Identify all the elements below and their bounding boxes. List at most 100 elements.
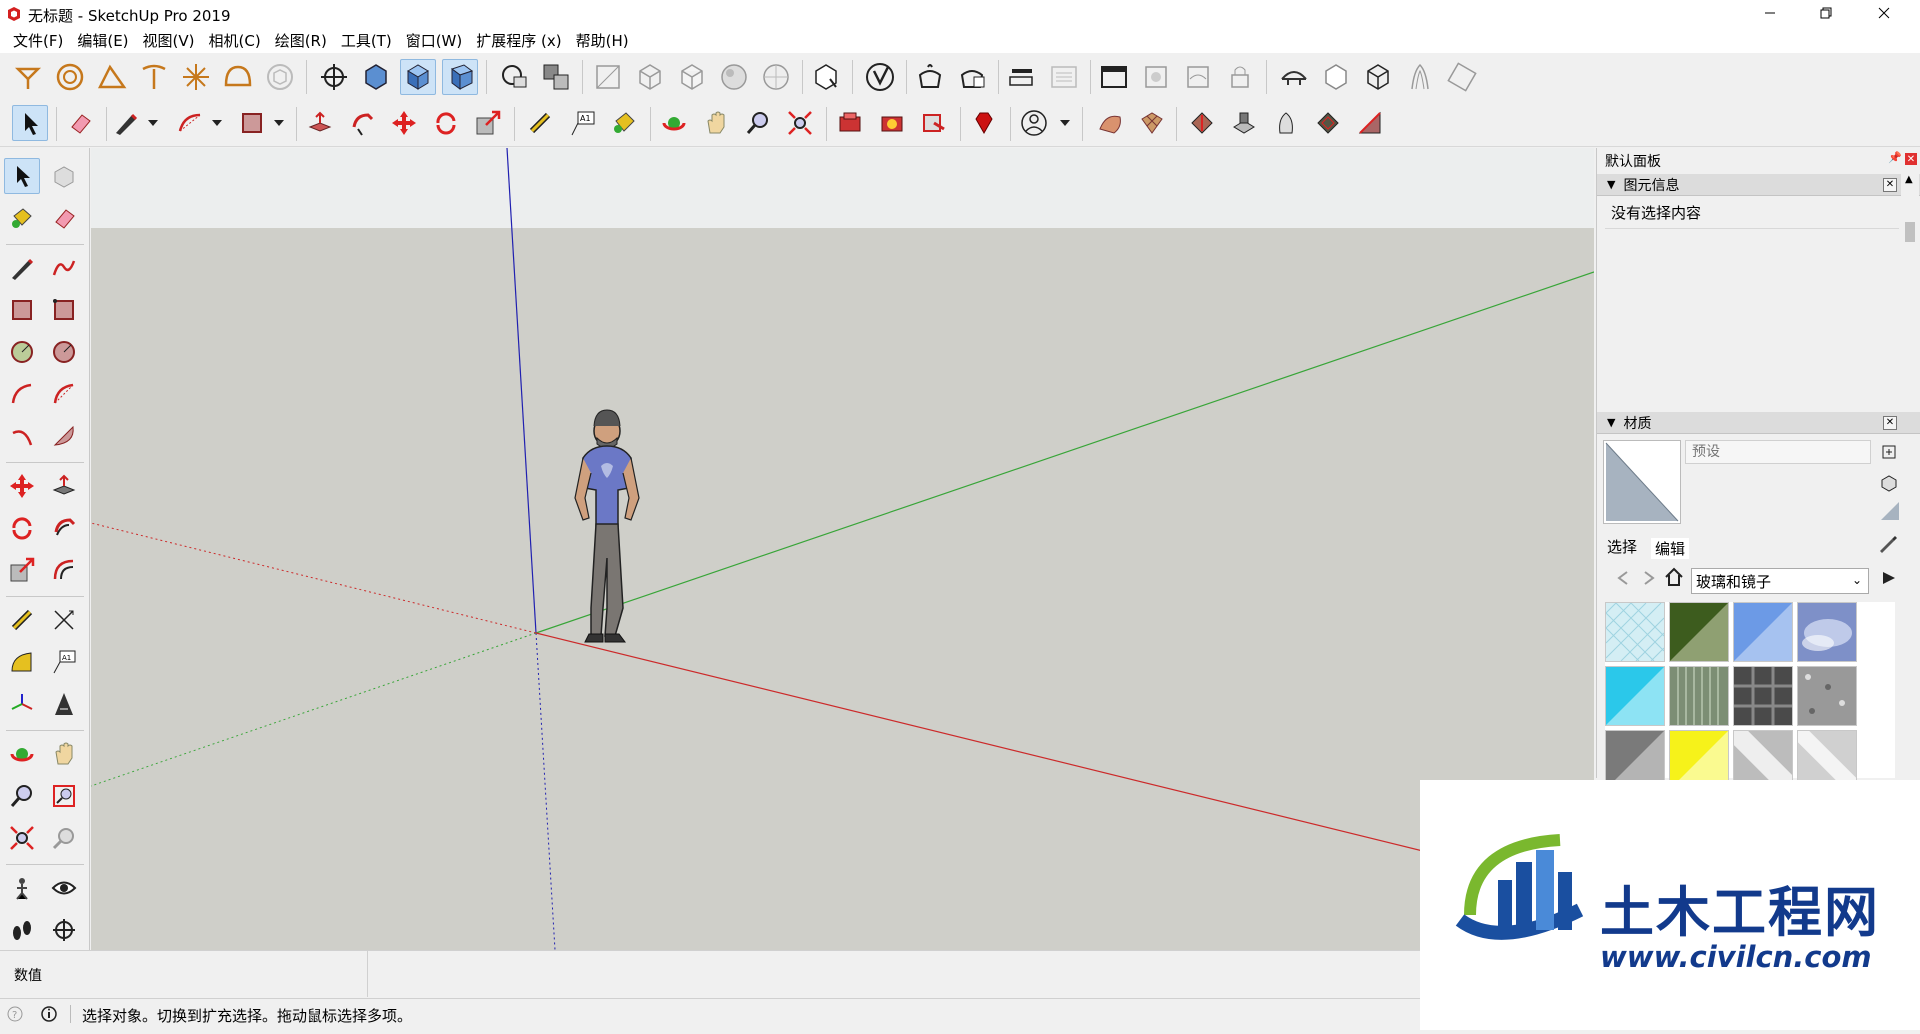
zoom-extents-icon[interactable] — [782, 105, 818, 141]
protractor-icon[interactable] — [4, 644, 40, 680]
axes-icon[interactable] — [4, 686, 40, 722]
menu-help[interactable]: 帮助(H) — [569, 30, 636, 51]
eraser-icon[interactable] — [46, 200, 82, 236]
create-material-icon[interactable] — [1879, 442, 1899, 462]
tab-edit[interactable]: 编辑 — [1651, 538, 1690, 559]
push-pull-icon[interactable] — [302, 105, 338, 141]
terrain-icon[interactable] — [1318, 59, 1354, 95]
extension-icon[interactable] — [954, 59, 990, 95]
entity-info-close-icon[interactable]: ✕ — [1883, 178, 1897, 192]
material-swatch[interactable] — [1797, 666, 1857, 726]
std-view-iso-icon[interactable] — [400, 59, 436, 95]
arc-icon[interactable] — [172, 105, 208, 141]
walk-icon[interactable] — [4, 912, 40, 948]
xray-icon[interactable] — [590, 59, 626, 95]
shaded-icon[interactable] — [716, 59, 752, 95]
iso-box-icon[interactable] — [262, 59, 298, 95]
material-swatch[interactable] — [1605, 602, 1665, 662]
orbit-icon[interactable] — [656, 105, 692, 141]
rectangle-icon[interactable] — [234, 105, 270, 141]
3d-warehouse-icon[interactable] — [832, 105, 868, 141]
std-view-top-icon[interactable] — [358, 59, 394, 95]
back-arrow-icon[interactable] — [1613, 568, 1633, 588]
materials-header[interactable]: ▼ 材质 — [1597, 412, 1920, 434]
drape-tool-icon[interactable] — [1268, 105, 1304, 141]
zoom-window-icon[interactable] — [46, 778, 82, 814]
circle-icon[interactable] — [52, 59, 88, 95]
select-icon[interactable] — [4, 158, 40, 194]
eraser-icon[interactable] — [62, 105, 98, 141]
dome-icon[interactable] — [220, 59, 256, 95]
fog-icon[interactable] — [1180, 59, 1216, 95]
material-name-input[interactable] — [1685, 440, 1871, 464]
sample-material-icon[interactable] — [1879, 472, 1899, 492]
section-plane-tool-icon[interactable] — [46, 912, 82, 948]
axes-star-icon[interactable] — [178, 59, 214, 95]
scroll-up-icon[interactable]: ▲ — [1905, 174, 1913, 185]
position-camera-icon[interactable] — [4, 870, 40, 906]
model-viewport[interactable] — [91, 148, 1594, 950]
move-icon[interactable] — [386, 105, 422, 141]
viewport-canvas[interactable] — [91, 148, 1594, 950]
stamp-icon[interactable] — [1360, 59, 1396, 95]
extension-warehouse-icon[interactable] — [874, 105, 910, 141]
look-around-icon[interactable] — [46, 870, 82, 906]
scale-icon[interactable] — [470, 105, 506, 141]
layout-icon[interactable] — [916, 105, 952, 141]
rectangle-icon[interactable] — [4, 292, 40, 328]
user-account-icon[interactable] — [1016, 105, 1052, 141]
section-plane-icon[interactable] — [496, 59, 532, 95]
lock-icon[interactable] — [1222, 59, 1258, 95]
materials-close-icon[interactable]: ✕ — [1883, 416, 1897, 430]
drape-icon[interactable] — [1402, 59, 1438, 95]
minimize-button[interactable] — [1742, 0, 1798, 28]
textured-icon[interactable] — [758, 59, 794, 95]
offset-icon[interactable] — [46, 552, 82, 588]
rotate-icon[interactable] — [4, 510, 40, 546]
menu-camera[interactable]: 相机(C) — [202, 30, 268, 51]
follow-me-icon[interactable] — [344, 105, 380, 141]
library-dropdown[interactable]: 玻璃和镜子 ⌄ — [1691, 568, 1869, 594]
material-swatch[interactable] — [1669, 602, 1729, 662]
hidden-line-icon[interactable] — [674, 59, 710, 95]
pie-icon[interactable] — [46, 418, 82, 454]
material-swatch[interactable] — [1605, 666, 1665, 726]
tray-scrollbar[interactable]: ▲ — [1901, 174, 1919, 574]
ruby-icon[interactable] — [966, 105, 1002, 141]
pin-icon[interactable]: 📌 — [1888, 151, 1902, 165]
line-icon[interactable] — [4, 250, 40, 286]
account-dropdown-icon[interactable] — [1060, 105, 1070, 141]
solid-tools-icon[interactable] — [862, 59, 898, 95]
3d-text-icon[interactable] — [46, 686, 82, 722]
text-icon[interactable]: A1 — [46, 644, 82, 680]
add-detail-tool-icon[interactable] — [1310, 105, 1346, 141]
default-material-icon[interactable] — [1879, 500, 1901, 522]
menu-draw[interactable]: 绘图(R) — [268, 30, 334, 51]
tape-icon[interactable] — [136, 59, 172, 95]
circle-icon[interactable] — [4, 334, 40, 370]
arc-icon[interactable] — [4, 376, 40, 412]
arc-dropdown-icon[interactable] — [212, 105, 222, 141]
details-arrow-icon[interactable] — [1879, 568, 1899, 588]
paint-bucket-icon[interactable] — [606, 105, 642, 141]
maximize-button[interactable] — [1798, 0, 1854, 28]
material-swatch[interactable] — [1797, 602, 1857, 662]
menu-extensions[interactable]: 扩展程序 (x) — [469, 30, 568, 51]
scale-icon[interactable] — [4, 552, 40, 588]
material-swatch[interactable] — [1733, 666, 1793, 726]
tray-close-icon[interactable]: ✕ — [1905, 153, 1917, 165]
layer-icon[interactable] — [1046, 59, 1082, 95]
zoom-icon[interactable] — [4, 778, 40, 814]
orbit-icon[interactable] — [4, 736, 40, 772]
measurements-box[interactable]: 数值 — [0, 951, 368, 997]
dimension-icon[interactable] — [46, 602, 82, 638]
menu-window[interactable]: 窗口(W) — [399, 30, 470, 51]
std-view-front-icon[interactable] — [442, 59, 478, 95]
wireframe-icon[interactable] — [632, 59, 668, 95]
three-point-arc-icon[interactable] — [4, 418, 40, 454]
info-icon[interactable] — [40, 1005, 58, 1023]
forward-arrow-icon[interactable] — [1639, 568, 1659, 588]
smoove-tool-icon[interactable] — [1184, 105, 1220, 141]
section-fill-icon[interactable] — [538, 59, 574, 95]
push-pull-icon[interactable] — [46, 468, 82, 504]
